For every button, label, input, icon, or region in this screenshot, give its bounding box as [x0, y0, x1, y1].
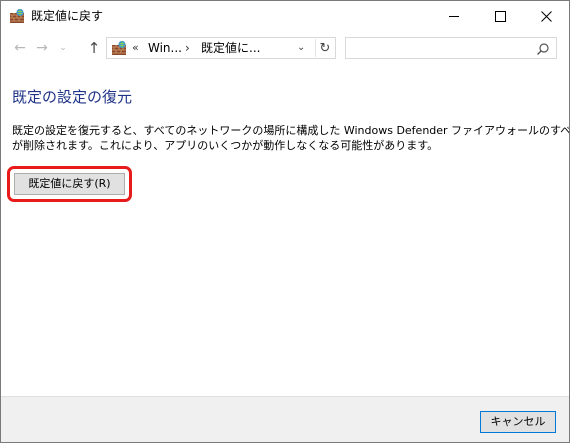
- back-button[interactable]: ←: [11, 39, 29, 57]
- dialog-window: 既定値に戻す ← → ⌄ ↑ « Win... › 既定値に... ⌄ ↻ 既定…: [0, 0, 570, 443]
- minimize-button[interactable]: [431, 1, 477, 32]
- close-icon: [540, 11, 552, 22]
- breadcrumb-separator-icon[interactable]: ›: [185, 40, 190, 56]
- minimize-icon: [448, 16, 459, 17]
- up-button[interactable]: ↑: [85, 39, 103, 57]
- footer-bar: キャンセル: [1, 396, 569, 442]
- breadcrumb-restore-defaults[interactable]: 既定値に...: [201, 40, 260, 56]
- address-bar[interactable]: « Win... › 既定値に... ⌄ ↻: [106, 37, 336, 59]
- description-line-2: が削除されます。これにより、アプリのいくつかが動作しなくなる可能性があります。: [12, 139, 439, 152]
- restore-defaults-button[interactable]: 既定値に戻す(R): [14, 173, 125, 195]
- address-dropdown-icon[interactable]: ⌄: [297, 41, 305, 55]
- close-button[interactable]: [523, 1, 569, 32]
- search-icon[interactable]: [536, 41, 550, 55]
- search-input[interactable]: [345, 37, 557, 59]
- maximize-icon: [494, 11, 506, 22]
- description-text: 既定の設定を復元すると、すべてのネットワークの場所に構成した Windows D…: [12, 123, 570, 153]
- window-title: 既定値に戻す: [31, 9, 104, 23]
- maximize-button[interactable]: [477, 1, 523, 32]
- title-bar: 既定値に戻す: [1, 1, 569, 32]
- recent-locations-chevron-icon[interactable]: ⌄: [54, 39, 72, 57]
- cancel-button[interactable]: キャンセル: [480, 411, 556, 433]
- description-line-1: 既定の設定を復元すると、すべてのネットワークの場所に構成した Windows D…: [12, 124, 570, 137]
- firewall-icon: [111, 40, 127, 56]
- navigation-bar: ← → ⌄ ↑ « Win... › 既定値に... ⌄ ↻: [1, 32, 569, 64]
- forward-button[interactable]: →: [33, 39, 51, 57]
- firewall-icon: [9, 8, 25, 24]
- refresh-button[interactable]: ↻: [315, 39, 334, 57]
- page-title: 既定の設定の復元: [12, 88, 133, 106]
- breadcrumb-windows-firewall[interactable]: Win...: [148, 40, 182, 56]
- address-overflow-icon[interactable]: «: [132, 40, 139, 56]
